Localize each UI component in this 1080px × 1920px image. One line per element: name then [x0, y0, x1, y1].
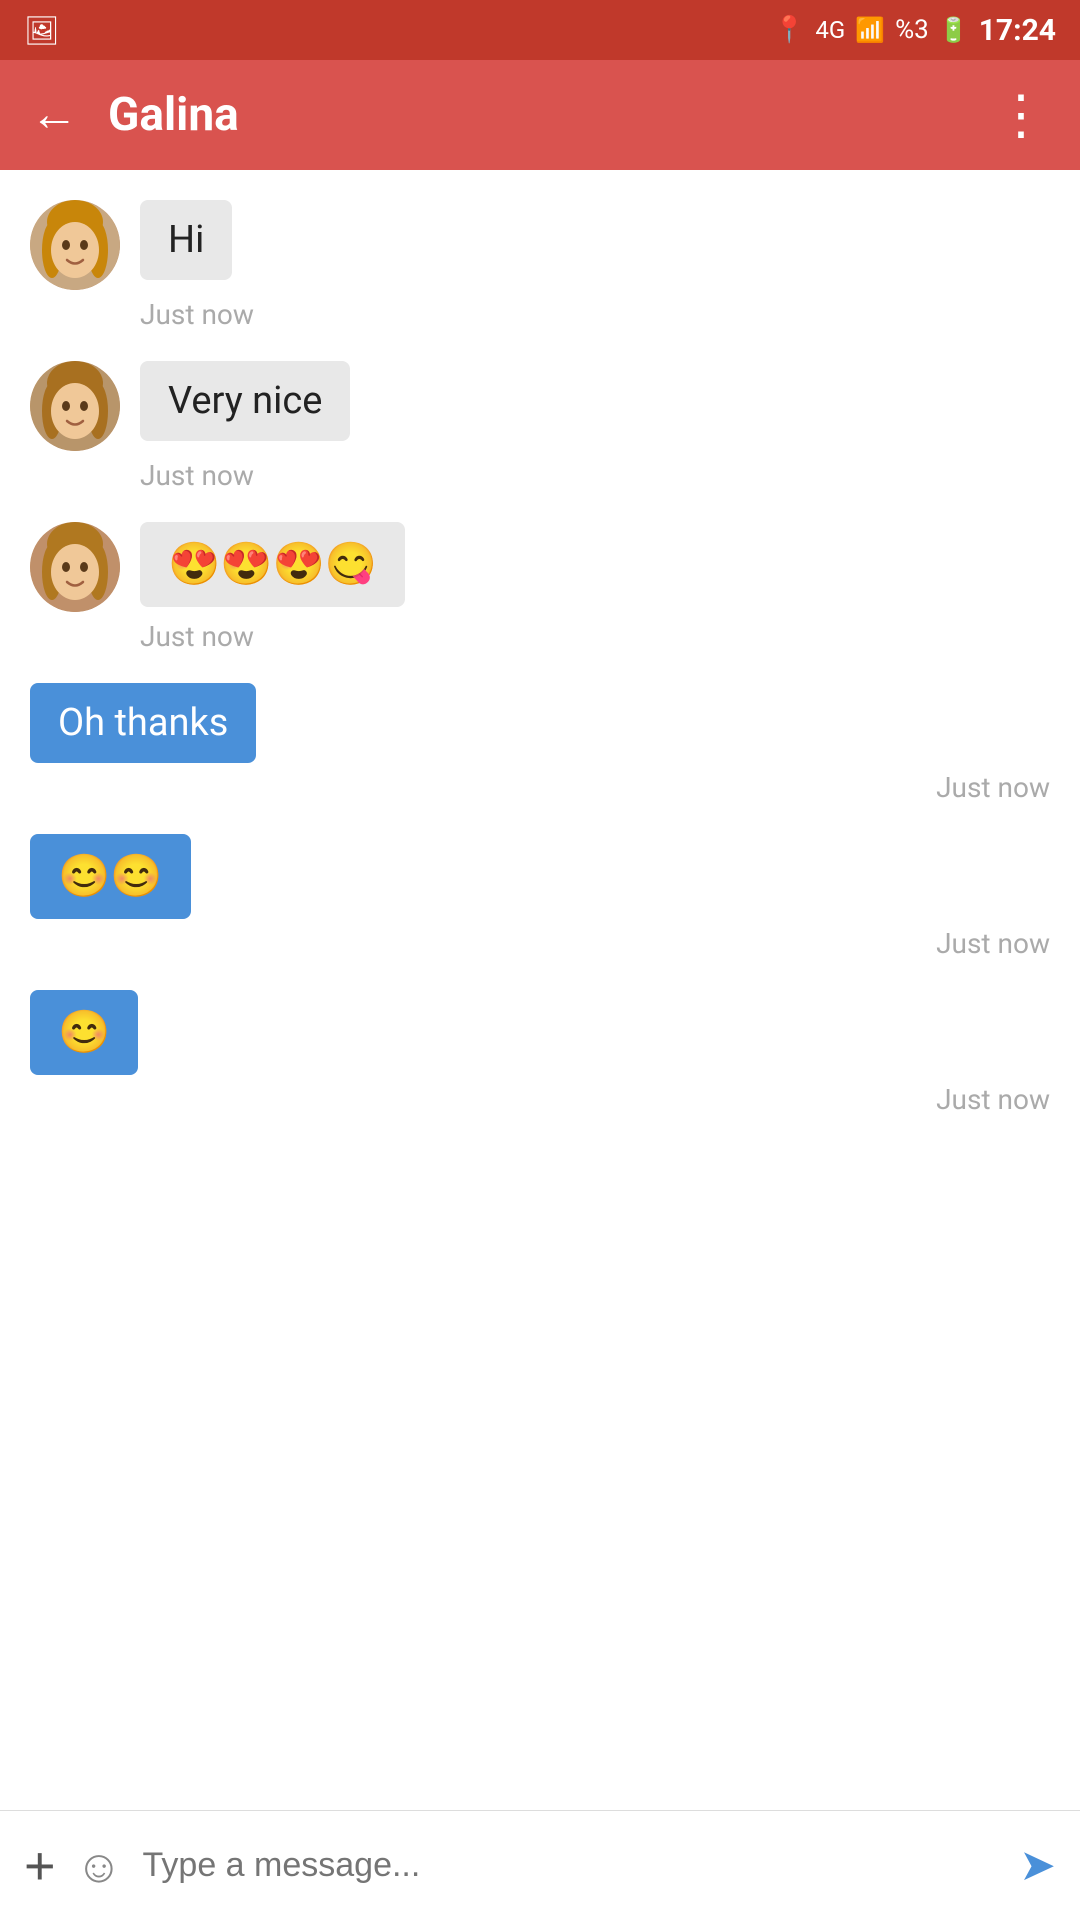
- chat-area: Hi Just now Very nice Just now: [0, 170, 1080, 1810]
- message-group: 😍😍😍😋 Just now: [30, 522, 1050, 653]
- more-options-button[interactable]: ⋮: [994, 88, 1050, 142]
- message-bubble: Very nice: [140, 361, 350, 441]
- message-bubble: Oh thanks: [30, 683, 256, 763]
- message-timestamp: Just now: [30, 927, 1050, 960]
- status-bar: 🖼 📍 4G 📶 %3 🔋 17:24: [0, 0, 1080, 60]
- clock: 17:24: [979, 13, 1056, 48]
- message-timestamp: Just now: [140, 459, 1050, 492]
- message-group: Hi Just now: [30, 200, 1050, 331]
- signal-icon: 📶: [855, 16, 885, 44]
- message-bubble: 😊😊: [30, 834, 191, 919]
- add-button[interactable]: +: [24, 1839, 56, 1893]
- input-bar: + ☺ ➤: [0, 1810, 1080, 1920]
- message-row: 😊😊: [30, 834, 1050, 919]
- app-bar: ← Galina ⋮: [0, 60, 1080, 170]
- message-row: Hi: [30, 200, 1050, 290]
- avatar: [30, 522, 120, 612]
- status-bar-left: 🖼: [24, 14, 60, 47]
- message-row: 😍😍😍😋: [30, 522, 1050, 612]
- message-timestamp: Just now: [140, 620, 1050, 653]
- message-group: 😊 Just now: [30, 990, 1050, 1116]
- message-bubble: 😍😍😍😋: [140, 522, 405, 607]
- emoji-button[interactable]: ☺: [76, 1843, 123, 1889]
- back-button[interactable]: ←: [30, 91, 78, 139]
- message-timestamp: Just now: [30, 771, 1050, 804]
- location-icon: 📍: [773, 15, 805, 45]
- message-group: Very nice Just now: [30, 361, 1050, 492]
- send-button[interactable]: ➤: [1019, 1844, 1056, 1888]
- message-row: Very nice: [30, 361, 1050, 451]
- message-timestamp: Just now: [140, 298, 1050, 331]
- avatar: [30, 200, 120, 290]
- message-group: Oh thanks Just now: [30, 683, 1050, 804]
- message-bubble: 😊: [30, 990, 138, 1075]
- status-bar-right: 📍 4G 📶 %3 🔋 17:24: [773, 13, 1056, 48]
- message-bubble: Hi: [140, 200, 232, 280]
- message-input[interactable]: [143, 1846, 1000, 1885]
- message-row: 😊: [30, 990, 1050, 1075]
- battery-label: %3: [895, 15, 929, 45]
- notification-icon: 🖼: [24, 14, 60, 47]
- page-title: Galina: [108, 88, 994, 142]
- message-group: 😊😊 Just now: [30, 834, 1050, 960]
- message-row: Oh thanks: [30, 683, 1050, 763]
- battery-icon: 🔋: [939, 16, 969, 44]
- message-timestamp: Just now: [30, 1083, 1050, 1116]
- network-4g: 4G: [815, 16, 845, 44]
- avatar: [30, 361, 120, 451]
